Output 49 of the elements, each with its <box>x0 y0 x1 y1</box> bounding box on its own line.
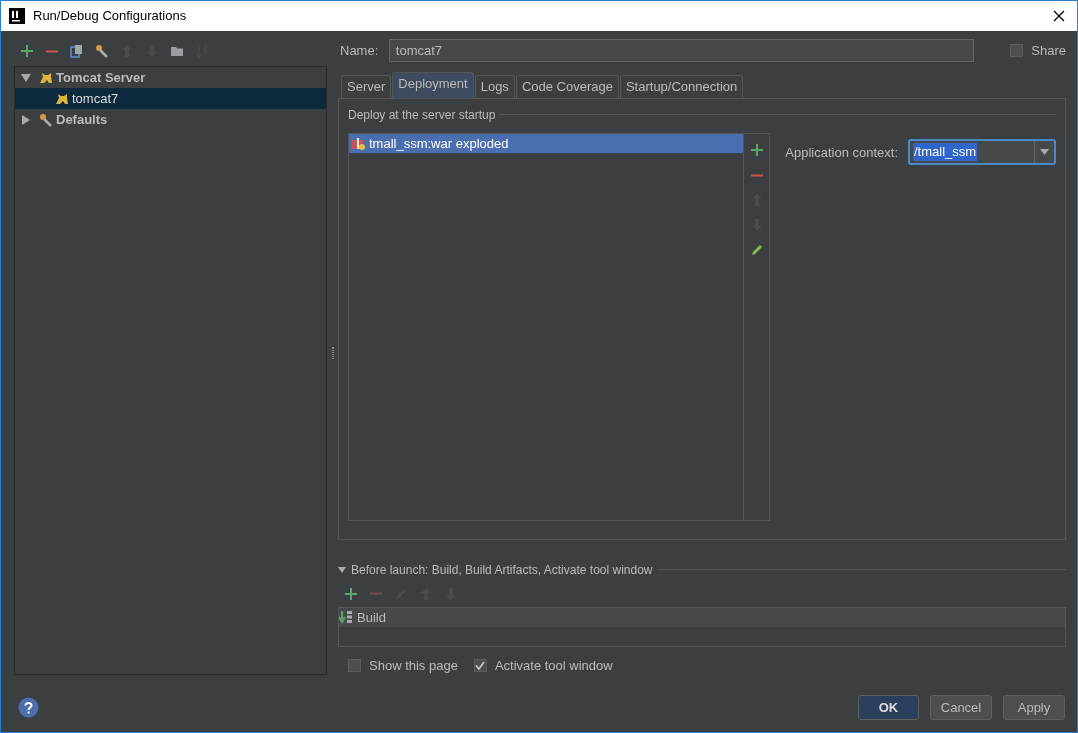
checkbox[interactable] <box>348 658 361 672</box>
remove-icon <box>368 592 383 596</box>
checkmark-icon <box>475 660 486 670</box>
folder-icon <box>169 44 184 58</box>
collapsed-triangle-icon[interactable] <box>21 114 31 125</box>
splitter-handle[interactable] <box>331 346 334 359</box>
remove-icon <box>749 173 764 177</box>
collapse-triangle-icon[interactable] <box>338 566 347 573</box>
dialog-button[interactable]: OK <box>858 695 919 720</box>
expanded-triangle-icon[interactable] <box>21 72 31 83</box>
checkbox[interactable] <box>473 658 487 672</box>
share-label: Share <box>1031 42 1066 61</box>
application-context-label: Application context: <box>785 143 898 162</box>
name-label: Name: <box>340 42 380 61</box>
tab[interactable]: Deployment <box>392 71 474 98</box>
tab[interactable]: Logs <box>474 74 515 98</box>
cat-icon <box>39 70 53 85</box>
pencil-icon <box>749 243 764 258</box>
copy-icon <box>69 44 84 58</box>
share-checkbox[interactable] <box>1010 44 1024 58</box>
dropdown-arrow-icon <box>1040 148 1049 155</box>
close-icon[interactable] <box>1053 10 1065 22</box>
task-row[interactable]: Build <box>339 607 1065 627</box>
tab[interactable]: Startup/Connection <box>619 74 744 98</box>
build-icon <box>339 610 353 625</box>
add-icon <box>749 143 764 158</box>
checkbox-option[interactable]: Activate tool window <box>473 655 613 675</box>
dialog-button[interactable]: Cancel <box>930 695 992 720</box>
remove-icon <box>44 49 59 53</box>
wrench-icon <box>39 112 53 127</box>
tree-item[interactable]: Defaults <box>15 109 326 130</box>
add-icon <box>343 586 358 601</box>
app-logo-icon <box>9 8 25 24</box>
tab[interactable]: Code Coverage <box>515 74 619 98</box>
cat-icon <box>55 91 69 106</box>
help-icon[interactable] <box>18 697 39 718</box>
tab[interactable]: Server <box>341 74 392 98</box>
artifact-row[interactable]: tmall_ssm:war exploded <box>349 133 744 153</box>
tree-item[interactable]: tomcat7 <box>15 88 326 109</box>
before-launch-title[interactable]: Before launch: Build, Build Artifacts, Activate tool window <box>351 560 653 579</box>
tree-item[interactable]: Tomcat Server <box>15 67 326 88</box>
window-title: Run/Debug Configurations <box>33 7 187 26</box>
section-label: Deploy at the server startup <box>348 106 496 124</box>
application-context-combo[interactable]: /tmall_ssm <box>908 138 1056 165</box>
name-field[interactable]: tomcat7 <box>388 39 975 63</box>
dialog-button[interactable]: Apply <box>1003 695 1065 720</box>
checkbox-option[interactable]: Show this page <box>348 655 458 675</box>
wrench-icon <box>94 44 109 58</box>
add-icon <box>19 44 34 58</box>
